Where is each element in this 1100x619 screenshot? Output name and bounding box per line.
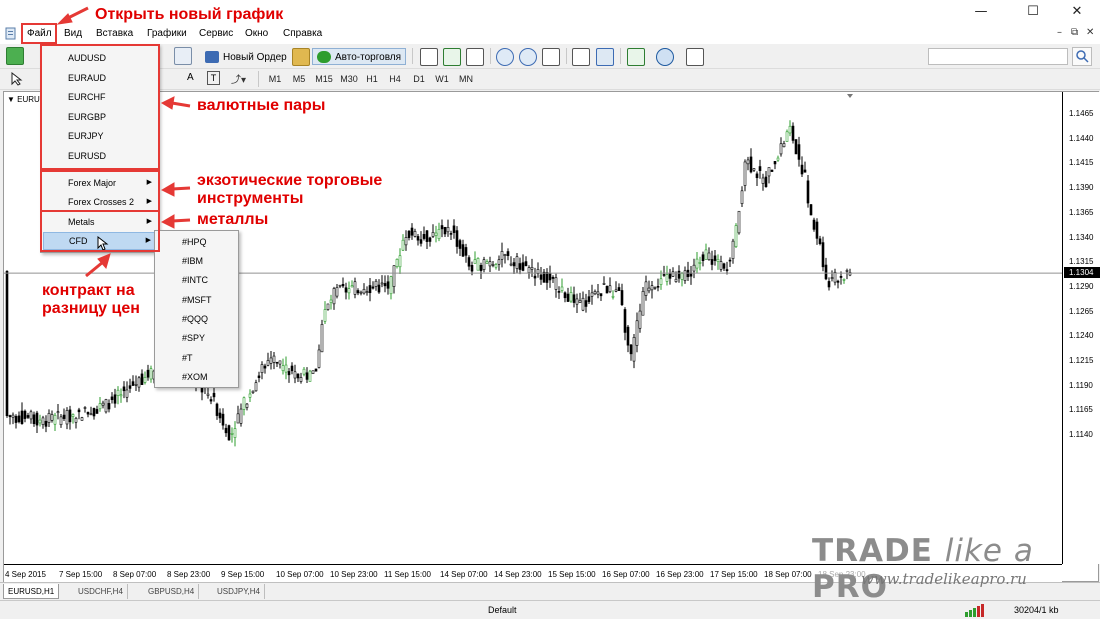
- annotation-arrows: [56, 6, 191, 278]
- annotation-metals: металлы: [197, 211, 269, 228]
- annotation-cfd-line1: контракт на: [42, 282, 135, 299]
- annotation-open-chart: Открыть новый график: [95, 6, 284, 23]
- watermark-url: www.tradelikeapro.ru: [861, 570, 1027, 588]
- annotation-currency-pairs: валютные пары: [197, 97, 326, 114]
- watermark-logo: TRADE like a PRO: [812, 533, 1034, 605]
- annotation-exotic-line1: экзотические торговые: [197, 172, 383, 189]
- annotation-exotic-instruments: экзотические торговые инструменты: [197, 172, 382, 208]
- annotation-cfd-line2: разницу цен: [42, 300, 140, 317]
- annotation-exotic-line2: инструменты: [197, 190, 304, 207]
- annotation-cfd: контракт на разницу цен: [42, 282, 140, 318]
